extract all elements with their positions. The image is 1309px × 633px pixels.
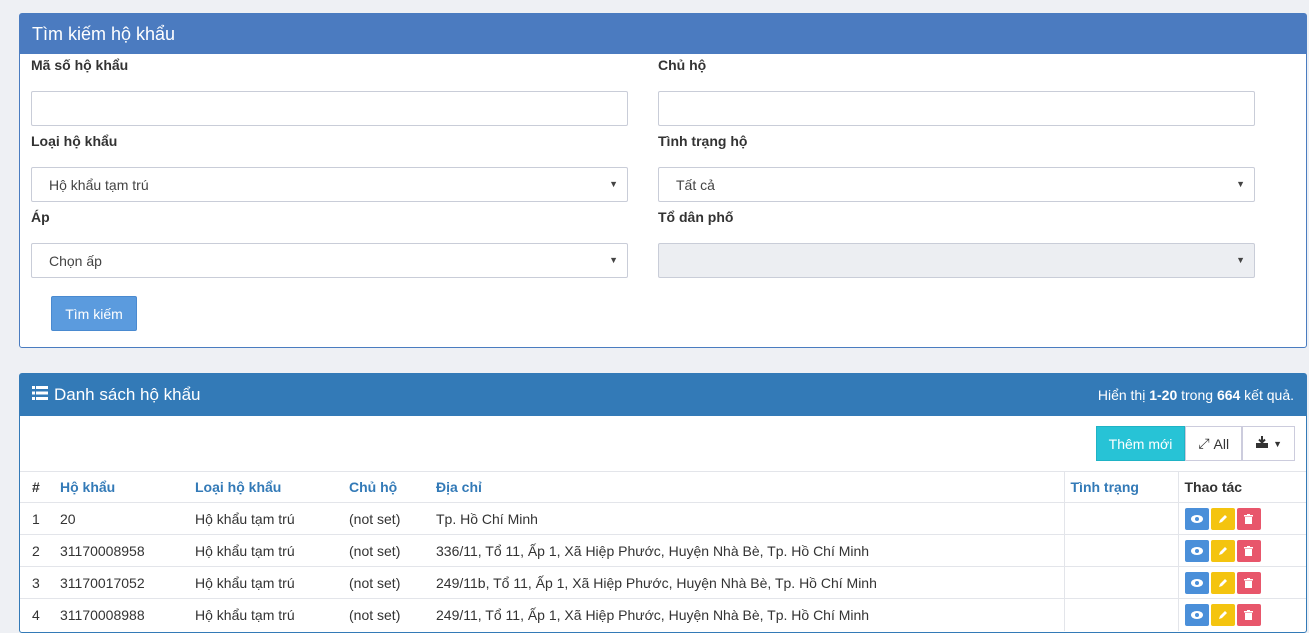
row-tinh-trang (1063, 566, 1179, 599)
toggle-all-button[interactable]: ⤢ All (1185, 426, 1243, 461)
toggle-all-label: All (1213, 435, 1230, 452)
col-ho-khau[interactable]: Hộ khẩu (54, 471, 189, 503)
row-loai: Hộ khẩu tạm trú (189, 502, 343, 535)
row-ho-khau: 31170017052 (54, 566, 189, 599)
trash-icon[interactable] (1236, 507, 1261, 530)
loai-label: Loại hộ khẩu (31, 133, 118, 149)
expand-icon: ⤢ (1198, 435, 1210, 451)
list-panel: Danh sách hộ khẩu Hiển thị 1-20 trong 66… (19, 373, 1307, 633)
tinh-trang-select[interactable]: Tất cả ▼ (658, 167, 1255, 202)
table-row: 3 31170017052 Hộ khẩu tạm trú (not set) … (20, 566, 1306, 599)
edit-icon[interactable] (1210, 539, 1235, 562)
tinh-trang-select-value: Tất cả (676, 176, 715, 193)
col-loai[interactable]: Loại hộ khẩu (189, 471, 343, 503)
col-tinh-trang[interactable]: Tình trạng (1063, 471, 1179, 503)
list-panel-title: Danh sách hộ khẩu (54, 385, 201, 404)
row-dia-chi: Tp. Hồ Chí Minh (430, 502, 1064, 535)
list-toolbar: Thêm mới ⤢ All ▼ (1095, 426, 1295, 461)
view-icon[interactable] (1184, 571, 1209, 594)
row-actions (1178, 502, 1306, 535)
row-index: 2 (20, 534, 54, 567)
to-dan-pho-field: Tổ dân phố ▼ (658, 209, 1255, 278)
row-index: 3 (20, 566, 54, 599)
search-button[interactable]: Tìm kiếm (51, 296, 137, 331)
table-row: 1 20 Hộ khẩu tạm trú (not set) Tp. Hồ Ch… (20, 502, 1306, 535)
row-tinh-trang (1063, 534, 1179, 567)
tinh-trang-label: Tình trạng hộ (658, 133, 748, 149)
edit-icon[interactable] (1210, 507, 1235, 530)
row-loai: Hộ khẩu tạm trú (189, 534, 343, 567)
row-dia-chi: 336/11, Tổ 11, Ấp 1, Xã Hiệp Phước, Huyệ… (430, 534, 1064, 567)
ma-so-label: Mã số hộ khẩu (31, 57, 129, 73)
households-table: # Hộ khẩu Loại hộ khẩu Chủ hộ Địa chỉ Tì… (20, 471, 1306, 631)
table-row: 2 31170008958 Hộ khẩu tạm trú (not set) … (20, 534, 1306, 567)
to-dan-pho-label: Tổ dân phố (658, 209, 734, 225)
ap-select-value: Chọn ấp (49, 252, 102, 269)
chu-ho-field: Chủ hộ (658, 57, 1255, 126)
search-panel-heading: Tìm kiếm hộ khẩu (20, 14, 1306, 54)
col-actions: Thao tác (1178, 471, 1306, 503)
list-icon (32, 385, 48, 405)
ap-label: Áp (31, 209, 50, 225)
tinh-trang-field: Tình trạng hộ Tất cả ▼ (658, 133, 1255, 202)
ap-field: Áp Chọn ấp ▼ (31, 209, 628, 278)
to-dan-pho-select: ▼ (658, 243, 1255, 278)
chevron-down-icon: ▼ (609, 255, 618, 265)
ma-so-input[interactable] (31, 91, 628, 126)
result-summary: Hiển thị 1-20 trong 664 kết quả. (1097, 387, 1294, 403)
table-header-row: # Hộ khẩu Loại hộ khẩu Chủ hộ Địa chỉ Tì… (20, 471, 1306, 503)
view-icon[interactable] (1184, 507, 1209, 530)
row-dia-chi: 249/11b, Tổ 11, Ấp 1, Xã Hiệp Phước, Huy… (430, 566, 1064, 599)
ma-so-field: Mã số hộ khẩu (31, 57, 628, 126)
row-ho-khau: 31170008958 (54, 534, 189, 567)
loai-select[interactable]: Hộ khẩu tạm trú ▼ (31, 167, 628, 202)
trash-icon[interactable] (1236, 571, 1261, 594)
loai-field: Loại hộ khẩu Hộ khẩu tạm trú ▼ (31, 133, 628, 202)
list-panel-heading: Danh sách hộ khẩu Hiển thị 1-20 trong 66… (20, 374, 1306, 416)
row-loai: Hộ khẩu tạm trú (189, 566, 343, 599)
edit-icon[interactable] (1210, 571, 1235, 594)
chevron-down-icon: ▼ (1273, 438, 1282, 449)
view-icon[interactable] (1184, 539, 1209, 562)
col-dia-chi[interactable]: Địa chỉ (430, 471, 1064, 503)
row-chu-ho: (not set) (343, 502, 430, 535)
chevron-down-icon: ▼ (1236, 179, 1245, 189)
export-menu-button[interactable]: ▼ (1242, 426, 1295, 461)
chu-ho-input[interactable] (658, 91, 1255, 126)
row-actions (1178, 534, 1306, 567)
ap-select[interactable]: Chọn ấp ▼ (31, 243, 628, 278)
trash-icon[interactable] (1236, 539, 1261, 562)
loai-select-value: Hộ khẩu tạm trú (49, 176, 149, 193)
row-actions (1178, 566, 1306, 599)
row-chu-ho: (not set) (343, 566, 430, 599)
col-chu-ho[interactable]: Chủ hộ (343, 471, 430, 503)
row-ho-khau: 20 (54, 502, 189, 535)
row-tinh-trang (1063, 502, 1179, 535)
row-index: 1 (20, 502, 54, 535)
search-panel-title: Tìm kiếm hộ khẩu (32, 23, 176, 44)
chu-ho-label: Chủ hộ (658, 57, 707, 73)
chevron-down-icon: ▼ (1236, 255, 1245, 265)
add-new-button[interactable]: Thêm mới (1095, 426, 1186, 461)
chevron-down-icon: ▼ (609, 179, 618, 189)
export-icon (1255, 435, 1269, 452)
col-index: # (20, 471, 54, 503)
row-chu-ho: (not set) (343, 534, 430, 567)
